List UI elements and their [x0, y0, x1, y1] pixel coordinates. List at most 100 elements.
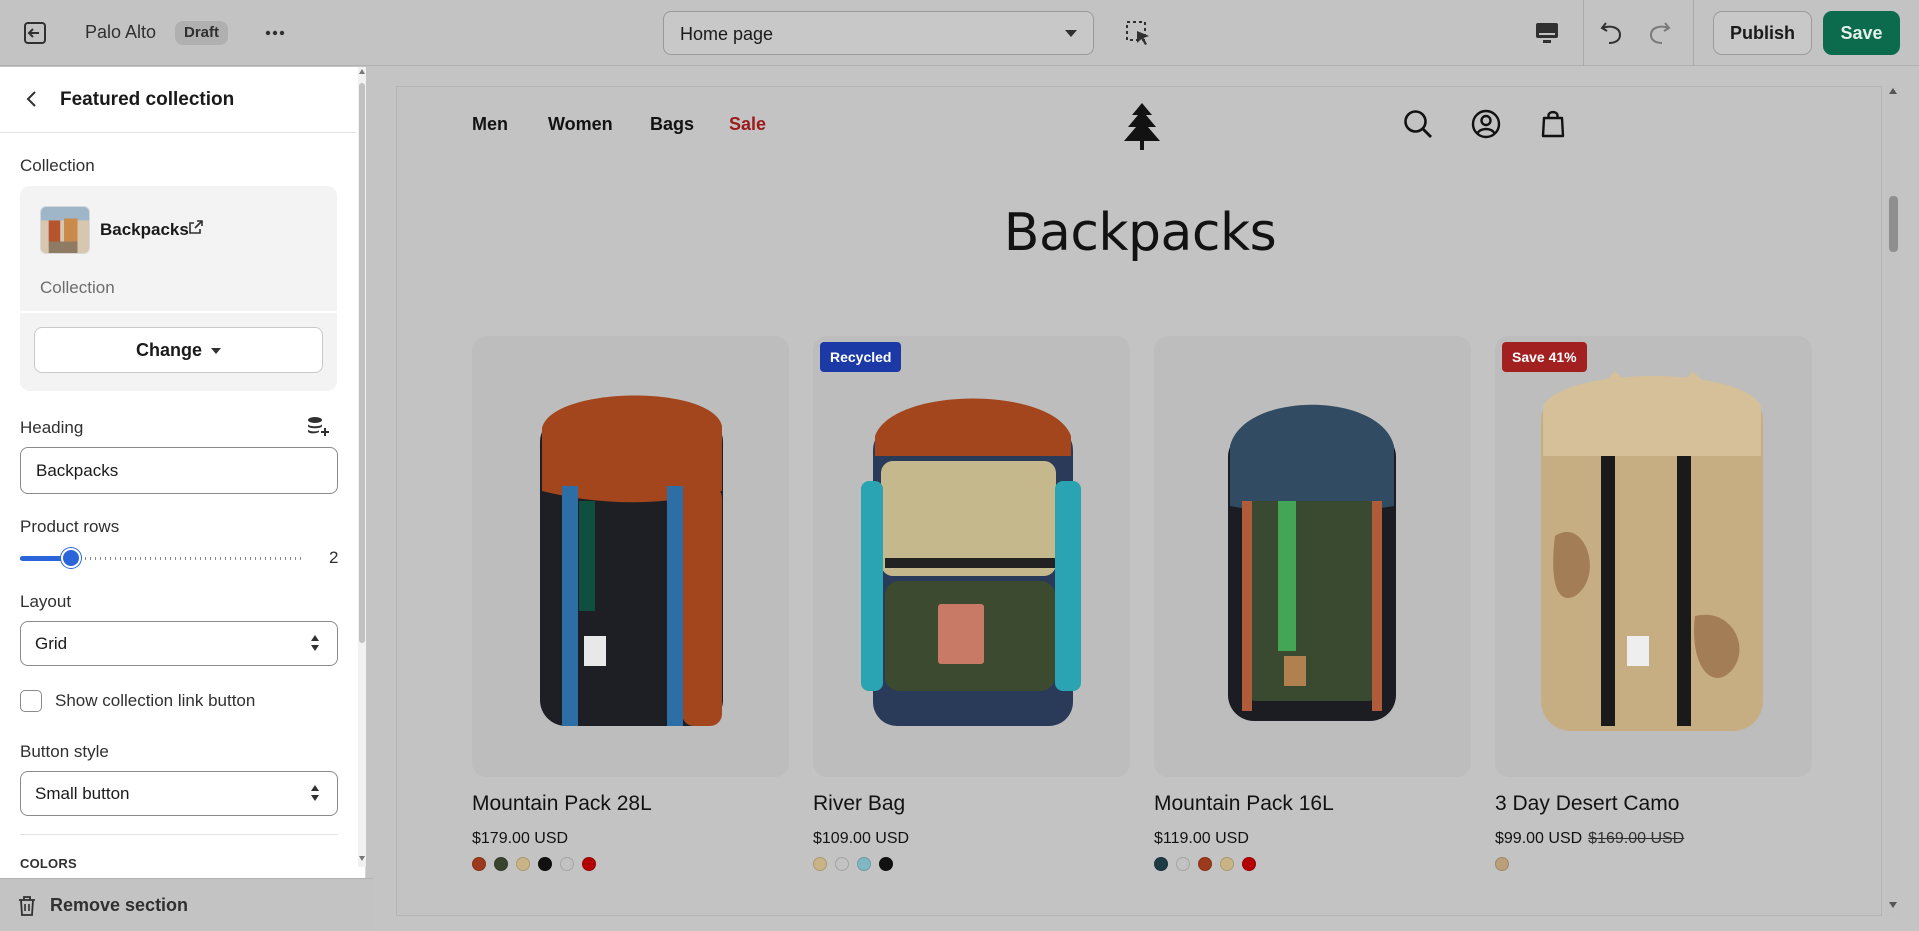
- heading-input[interactable]: [20, 447, 338, 494]
- nav-link-men[interactable]: Men: [472, 114, 508, 135]
- section-heading: Backpacks: [1003, 203, 1277, 263]
- change-label: Change: [135, 339, 202, 360]
- color-swatch[interactable]: [516, 857, 530, 871]
- nav-link-sale[interactable]: Sale: [729, 114, 766, 135]
- back-icon[interactable]: [22, 89, 42, 109]
- publish-button[interactable]: Publish: [1713, 11, 1812, 55]
- color-swatch[interactable]: [1198, 857, 1212, 871]
- undo-icon[interactable]: [1598, 19, 1626, 47]
- product-image[interactable]: [1154, 336, 1471, 777]
- product-price: $119.00 USD: [1154, 830, 1249, 848]
- color-swatch[interactable]: [813, 857, 827, 871]
- color-swatches: [813, 857, 901, 871]
- show-collection-link-checkbox[interactable]: [20, 690, 42, 712]
- panel-header: Featured collection: [0, 67, 356, 133]
- scroll-up-icon[interactable]: [359, 69, 365, 74]
- product-card[interactable]: Mountain Pack 28L $179.00 USD: [472, 336, 789, 871]
- nav-link-bags[interactable]: Bags: [650, 114, 694, 135]
- color-swatches: [1495, 857, 1517, 871]
- color-swatch[interactable]: [857, 857, 871, 871]
- panel-scrollbar[interactable]: [358, 67, 366, 867]
- color-swatches: [1154, 857, 1264, 871]
- product-badge: Recycled: [820, 342, 902, 372]
- page-selector[interactable]: Home page: [663, 11, 1094, 55]
- product-badge: Save 41%: [1502, 342, 1587, 372]
- preview-scrollbar[interactable]: [1886, 86, 1900, 916]
- color-swatch[interactable]: [879, 857, 893, 871]
- toolbar-divider: [1583, 0, 1584, 66]
- product-title[interactable]: Mountain Pack 28L: [472, 792, 652, 816]
- color-swatch[interactable]: [1242, 857, 1256, 871]
- chevron-down-icon: [1065, 30, 1077, 37]
- heading-label: Heading: [20, 418, 84, 437]
- nav-link-women[interactable]: Women: [548, 114, 613, 135]
- product-title[interactable]: Mountain Pack 16L: [1154, 792, 1334, 816]
- trash-icon[interactable]: [17, 895, 37, 917]
- change-collection-button[interactable]: Change: [34, 327, 323, 373]
- collection-label: Collection: [20, 156, 95, 175]
- price-value: $179.00 USD: [472, 830, 569, 847]
- product-image[interactable]: [472, 336, 789, 777]
- color-swatch[interactable]: [472, 857, 486, 871]
- remove-section-button[interactable]: Remove section: [50, 895, 188, 916]
- product-rows-label: Product rows: [20, 517, 120, 536]
- product-rows-slider[interactable]: [20, 547, 303, 569]
- scroll-up-icon[interactable]: [1889, 88, 1897, 94]
- price-value: $99.00 USD: [1495, 830, 1583, 847]
- divider: [20, 834, 338, 835]
- layout-label: Layout: [20, 592, 72, 611]
- collection-name[interactable]: Backpacks: [100, 220, 189, 240]
- scroll-down-icon[interactable]: [1889, 902, 1897, 908]
- product-title[interactable]: 3 Day Desert Camo: [1495, 792, 1679, 816]
- compare-at-price: $169.00 USD: [1588, 830, 1685, 847]
- scroll-down-icon[interactable]: [359, 856, 365, 861]
- color-swatch[interactable]: [1495, 857, 1509, 871]
- color-swatch[interactable]: [538, 857, 552, 871]
- show-collection-link-label[interactable]: Show collection link button: [55, 691, 255, 711]
- tree-logo-icon[interactable]: [1120, 101, 1164, 151]
- backpack-image: [540, 395, 723, 726]
- search-icon[interactable]: [1402, 108, 1434, 140]
- button-style-select[interactable]: Small button: [20, 771, 338, 816]
- product-price: $99.00 USD $169.00 USD: [1495, 830, 1684, 848]
- account-icon[interactable]: [1470, 108, 1502, 140]
- color-swatch[interactable]: [835, 857, 849, 871]
- inspect-icon[interactable]: [1124, 19, 1152, 47]
- color-swatch[interactable]: [560, 857, 574, 871]
- product-card[interactable]: Save 41% 3 Day Desert Camo $99.00 USD $16…: [1495, 336, 1812, 871]
- exit-icon[interactable]: [22, 20, 48, 46]
- slider-thumb[interactable]: [61, 548, 81, 568]
- collection-card: Backpacks Collection: [20, 186, 337, 311]
- product-card[interactable]: Mountain Pack 16L $119.00 USD: [1154, 336, 1471, 871]
- caret-down-icon: [211, 347, 221, 354]
- external-link-icon[interactable]: [188, 219, 204, 235]
- change-collection-area: Change: [20, 313, 337, 391]
- color-swatch[interactable]: [494, 857, 508, 871]
- more-icon[interactable]: [262, 20, 288, 46]
- panel-title: Featured collection: [60, 89, 235, 110]
- layout-select[interactable]: Grid: [20, 621, 338, 666]
- collection-thumbnail: [40, 206, 90, 254]
- section-settings-panel: Featured collection Collection Backpacks…: [0, 67, 366, 931]
- store-name: Palo Alto: [85, 22, 157, 42]
- backpack-image: [1541, 371, 1763, 731]
- panel-footer: Remove section: [0, 878, 374, 931]
- redo-icon[interactable]: [1645, 19, 1673, 47]
- desktop-icon[interactable]: [1533, 20, 1561, 46]
- cart-icon[interactable]: [1537, 108, 1569, 140]
- product-title[interactable]: River Bag: [813, 792, 905, 816]
- color-swatch[interactable]: [1154, 857, 1168, 871]
- save-button[interactable]: Save: [1823, 11, 1900, 55]
- product-card[interactable]: Recycled River Bag $109.00 USD: [813, 336, 1130, 871]
- color-swatch[interactable]: [1176, 857, 1190, 871]
- product-image[interactable]: Recycled: [813, 336, 1130, 777]
- color-swatch[interactable]: [1220, 857, 1234, 871]
- scroll-thumb[interactable]: [359, 83, 365, 643]
- scroll-thumb[interactable]: [1889, 196, 1898, 252]
- product-image[interactable]: Save 41%: [1495, 336, 1812, 777]
- color-swatch[interactable]: [582, 857, 596, 871]
- top-bar: Palo Alto Draft Home page Publish Save: [0, 0, 1919, 66]
- product-price: $179.00 USD: [472, 830, 568, 848]
- dynamic-source-icon[interactable]: [306, 416, 330, 438]
- price-value: $119.00 USD: [1154, 830, 1249, 847]
